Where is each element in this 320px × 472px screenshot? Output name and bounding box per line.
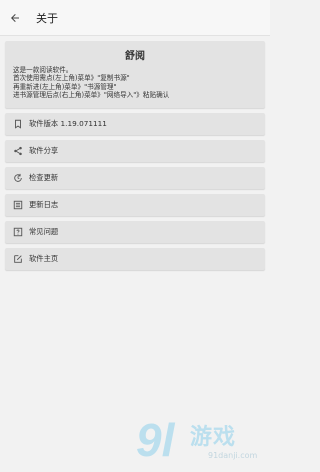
about-line: 进书源管理后点(右上角)菜单》"网络导入"》粘贴确认 <box>13 91 170 100</box>
share-item[interactable]: 软件分享 <box>5 140 265 162</box>
back-button[interactable] <box>0 0 30 36</box>
version-label: 软件版本 1.19.071111 <box>29 119 107 128</box>
watermark-name: 游戏 <box>190 425 237 450</box>
help-icon <box>12 227 23 238</box>
share-icon <box>12 146 23 157</box>
faq-item[interactable]: 常见问题 <box>5 221 265 243</box>
homepage-label: 软件主页 <box>29 254 59 263</box>
app-bar: 关于 <box>0 0 270 36</box>
changelog-icon <box>12 200 23 211</box>
homepage-item[interactable]: 软件主页 <box>5 248 265 270</box>
app-name: 舒阅 <box>125 51 145 62</box>
changelog-item[interactable]: 更新日志 <box>5 194 265 216</box>
edit-icon <box>12 254 23 265</box>
watermark-url: 91danji.com <box>208 451 258 460</box>
update-icon <box>12 173 23 184</box>
about-card: 舒阅 这是一款阅读软件。 首次使用需点(左上角)菜单》"复制书源" 再重新进(左… <box>5 41 265 108</box>
site-watermark: 9l 游戏 91danji.com <box>136 413 266 469</box>
changelog-label: 更新日志 <box>29 200 59 209</box>
about-line: 首次使用需点(左上角)菜单》"复制书源" <box>13 74 130 83</box>
check-update-item[interactable]: 检查更新 <box>5 167 265 189</box>
faq-label: 常见问题 <box>29 227 59 236</box>
page-title: 关于 <box>36 11 58 25</box>
bookmark-icon <box>12 119 23 130</box>
version-item[interactable]: 软件版本 1.19.071111 <box>5 113 265 135</box>
watermark-brand: 9l <box>136 414 175 466</box>
check-update-label: 检查更新 <box>29 173 59 182</box>
arrow-left-icon <box>11 13 19 22</box>
share-label: 软件分享 <box>29 146 59 155</box>
about-line: 再重新进(左上角)菜单》"书源管理" <box>13 82 117 91</box>
